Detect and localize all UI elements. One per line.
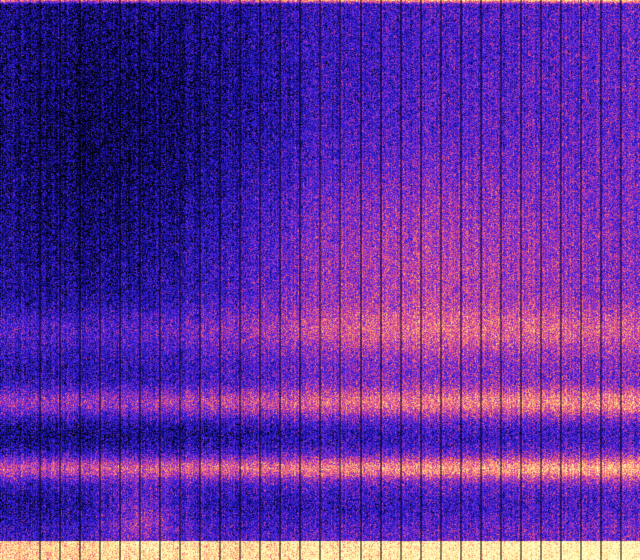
spectrogram-heatmap (0, 0, 640, 560)
spectrogram-frame (0, 0, 640, 560)
